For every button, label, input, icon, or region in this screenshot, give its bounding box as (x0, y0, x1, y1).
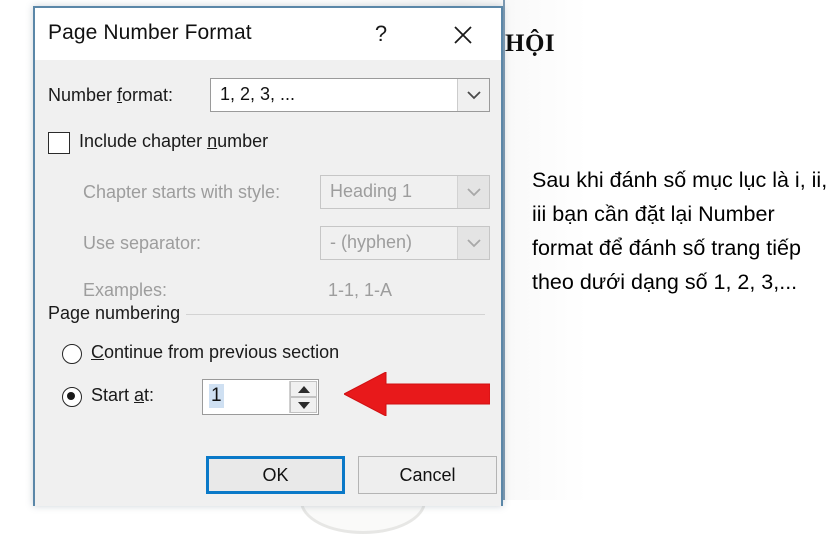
chapter-style-label: Chapter starts with style: (83, 182, 281, 202)
chapter-style-combobox: Heading 1 (320, 175, 490, 209)
number-format-label: Number format: (48, 85, 174, 105)
chevron-down-icon[interactable] (457, 79, 489, 111)
start-at-spinner[interactable]: 1 (202, 379, 319, 415)
dialog-titlebar: Page Number Format ? (35, 8, 501, 60)
include-chapter-number-checkbox[interactable] (48, 132, 70, 154)
examples-label: Examples: (83, 280, 168, 300)
spinner-buttons (289, 381, 317, 413)
cancel-button[interactable]: Cancel (358, 456, 497, 494)
ok-button[interactable]: OK (206, 456, 345, 494)
chevron-down-icon (457, 176, 489, 208)
start-at-label: Start at: (91, 385, 155, 405)
document-page-edge (503, 0, 505, 500)
page-number-format-dialog: Page Number Format ? Number format: 1, 2… (33, 6, 503, 506)
continue-from-previous-label: Continue from previous section (91, 342, 340, 362)
start-at-radio[interactable] (62, 387, 82, 407)
chevron-down-icon (457, 227, 489, 259)
chapter-style-value: Heading 1 (330, 181, 413, 201)
start-at-input-value[interactable]: 1 (209, 384, 224, 408)
use-separator-label: Use separator: (83, 233, 202, 253)
examples-value: 1-1, 1-A (328, 280, 393, 300)
page-numbering-group-label: Page numbering (48, 303, 187, 324)
spinner-down-icon[interactable] (290, 397, 317, 413)
instruction-caption: Sau khi đánh số mục lục là i, ii, iii bạ… (532, 168, 828, 294)
dialog-title: Page Number Format (48, 21, 252, 44)
radio-selected-dot (67, 392, 75, 400)
document-heading-text: HỘI (505, 30, 556, 57)
number-format-combobox[interactable]: 1, 2, 3, ... (210, 78, 490, 112)
use-separator-value: - (hyphen) (330, 232, 413, 252)
continue-from-previous-radio[interactable] (62, 344, 82, 364)
close-icon[interactable] (443, 18, 483, 50)
help-icon[interactable]: ? (364, 18, 398, 50)
dialog-body: Number format: 1, 2, 3, ... Include chap… (35, 60, 501, 506)
number-format-value: 1, 2, 3, ... (220, 84, 296, 104)
use-separator-combobox: - (hyphen) (320, 226, 490, 260)
group-divider (155, 314, 485, 315)
include-chapter-number-label: Include chapter number (79, 131, 269, 151)
spinner-up-icon[interactable] (290, 381, 317, 397)
